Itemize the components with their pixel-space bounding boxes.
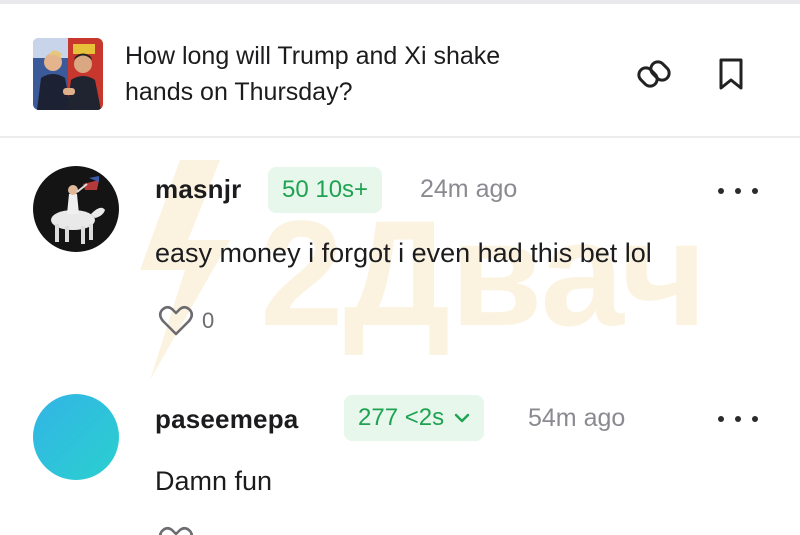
market-title[interactable]: How long will Trump and Xi shake hands o… <box>125 38 545 110</box>
more-dot <box>718 416 724 422</box>
position-badge[interactable]: 50 10s+ <box>268 167 383 213</box>
more-dot <box>752 188 758 194</box>
more-dot <box>735 416 741 422</box>
username[interactable]: masnjr <box>155 174 241 205</box>
avatar[interactable] <box>33 166 119 252</box>
position-badge[interactable]: 277 <2s <box>344 395 485 441</box>
comment-text: Damn fun <box>155 466 273 496</box>
heart-icon <box>158 526 194 535</box>
bookmark-button[interactable] <box>713 54 749 94</box>
more-options-button[interactable] <box>718 404 758 434</box>
like-button[interactable] <box>158 526 194 535</box>
heart-icon <box>158 305 194 336</box>
position-value: 277 <2s <box>358 404 445 431</box>
watermark-text: 2Двач <box>260 189 707 357</box>
avatar[interactable] <box>33 394 119 480</box>
more-dot <box>718 188 724 194</box>
username[interactable]: paseemepa <box>155 404 298 435</box>
link-icon <box>637 60 671 88</box>
timestamp: 24m ago <box>420 175 518 203</box>
timestamp: 54m ago <box>528 404 626 432</box>
handshake-photo-icon <box>33 38 103 110</box>
market-header: How long will Trump and Xi shake hands o… <box>0 4 800 138</box>
market-thumbnail[interactable] <box>33 38 103 110</box>
copy-link-button[interactable] <box>636 54 672 94</box>
rider-on-horse-avatar <box>33 166 119 252</box>
chevron-down-icon <box>454 413 470 423</box>
bookmark-icon <box>719 58 743 90</box>
comment-text: easy money i forgot i even had this bet … <box>155 238 652 268</box>
like-count: 0 <box>202 308 215 333</box>
blue-gradient-avatar <box>33 394 119 480</box>
like-button[interactable]: 0 <box>158 305 214 337</box>
more-dot <box>752 416 758 422</box>
more-dot <box>735 188 741 194</box>
more-options-button[interactable] <box>718 176 758 206</box>
